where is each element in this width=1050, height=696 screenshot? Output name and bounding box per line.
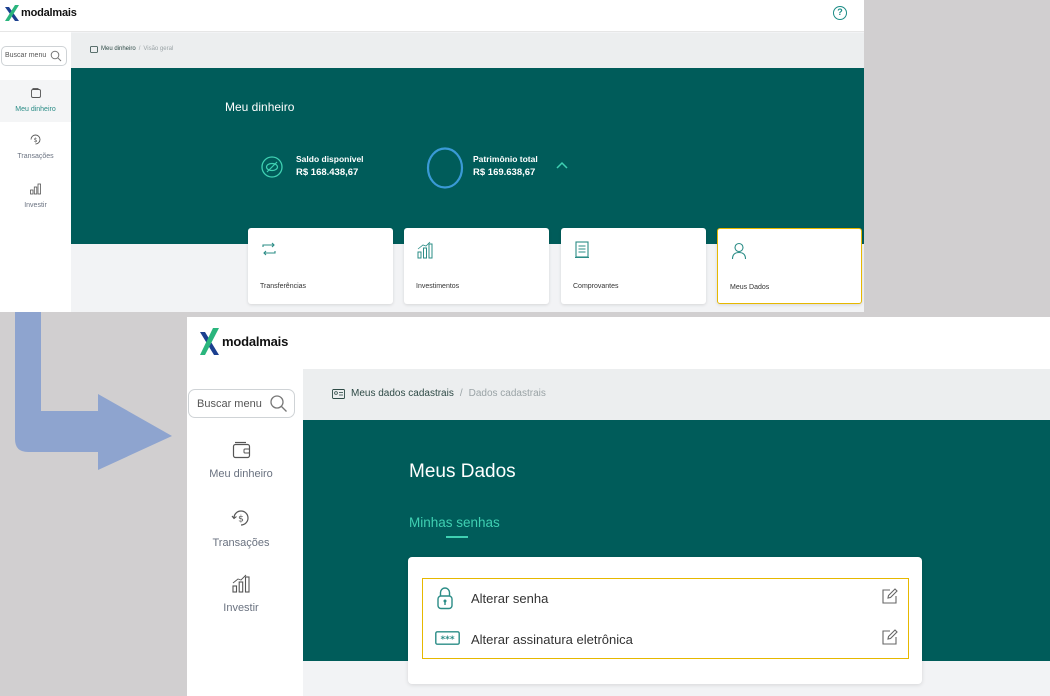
lock-icon (437, 587, 453, 610)
modalmais-logo-icon (5, 5, 19, 21)
sidebar: Buscar menu Meu dinheiro $ Transações In… (187, 369, 303, 696)
search-placeholder: Buscar menu (197, 398, 262, 410)
option-alterar-assinatura[interactable]: *** Alterar assinatura eletrônica (423, 620, 910, 660)
card-investimentos[interactable]: Investimentos (404, 228, 549, 304)
tab-minhas-senhas[interactable]: Minhas senhas (409, 515, 500, 530)
card-label: Meus Dados (730, 284, 770, 291)
sidebar-item-label: Meu dinheiro (15, 106, 56, 113)
sidebar-item-label: Transações (212, 537, 270, 549)
breadcrumb-section[interactable]: Meu dinheiro (101, 46, 136, 52)
breadcrumb-separator: / (138, 46, 141, 52)
edit-icon[interactable] (881, 588, 898, 605)
id-card-icon (332, 388, 345, 399)
card-label: Comprovantes (573, 283, 619, 290)
help-icon[interactable]: ? (833, 6, 847, 20)
transactions-icon: $ (231, 510, 249, 526)
patrimonio-ring-icon (426, 147, 464, 189)
sidebar-item-meu-dinheiro[interactable]: Meu dinheiro (187, 441, 295, 480)
wallet-icon (90, 46, 98, 53)
chart-icon (232, 574, 250, 593)
edit-icon[interactable] (881, 629, 898, 646)
svg-text:$: $ (34, 137, 38, 144)
page-title: Meu dinheiro (225, 100, 295, 114)
eye-slash-icon[interactable] (261, 156, 283, 178)
search-icon (270, 395, 287, 412)
top-bar: modalmais (187, 317, 1050, 369)
sidebar-item-label: Investir (24, 202, 47, 209)
sidebar-item-transacoes[interactable]: $ Transações (0, 133, 71, 163)
sidebar-item-label: Transações (17, 153, 54, 160)
meus-dados-screen: modalmais Buscar menu Meu dinheiro $ Tra… (187, 317, 1050, 696)
svg-text:$: $ (238, 515, 244, 525)
search-placeholder: Buscar menu (5, 52, 47, 59)
wallet-icon (30, 88, 41, 98)
flow-arrow (15, 312, 172, 470)
transfer-icon (262, 242, 276, 256)
sidebar-item-label: Meu dinheiro (209, 468, 273, 480)
saldo-disponivel: Saldo disponível R$ 168.438,67 (296, 154, 364, 178)
breadcrumb: Meus dados cadastrais / Dados cadastrais (303, 369, 1050, 420)
chart-icon (30, 183, 41, 195)
option-label: Alterar assinatura eletrônica (471, 632, 633, 647)
investments-icon (417, 241, 433, 259)
sidebar-item-investir[interactable]: Investir (0, 182, 71, 212)
sidebar-item-transacoes[interactable]: $ Transações (187, 508, 295, 549)
wallet-icon (232, 441, 250, 459)
user-icon (731, 242, 747, 260)
search-input[interactable]: Buscar menu (188, 389, 295, 418)
logo-text: modalmais (21, 7, 77, 19)
sidebar: Buscar menu Meu dinheiro $ Transações In… (0, 32, 71, 312)
card-comprovantes[interactable]: Comprovantes (561, 228, 706, 304)
breadcrumb-current: Visão geral (143, 46, 174, 52)
card-label: Investimentos (416, 283, 460, 290)
page-title: Meus Dados (409, 461, 516, 482)
option-label: Alterar senha (471, 591, 549, 606)
options-highlight: Alterar senha *** Alterar assinatura ele… (422, 578, 909, 659)
logo-text: modalmais (222, 334, 289, 349)
breadcrumb-section[interactable]: Meus dados cadastrais (351, 388, 454, 399)
search-input[interactable]: Buscar menu (1, 46, 67, 66)
password-dots-icon: *** (435, 631, 460, 645)
patrimonio-value: R$ 169.638,67 (473, 167, 536, 178)
hero-banner: Meu dinheiro Saldo disponível R$ 168.438… (71, 68, 864, 244)
breadcrumb-separator: / (459, 388, 463, 399)
modalmais-logo[interactable]: modalmais (200, 328, 288, 355)
receipt-icon (575, 241, 589, 258)
sidebar-item-investir[interactable]: Investir (187, 574, 295, 614)
modalmais-logo[interactable]: modalmais (5, 5, 77, 21)
patrimonio-label: Patrimônio total (473, 154, 538, 164)
tab-underline (446, 536, 468, 538)
search-icon (50, 50, 62, 62)
card-label: Transferências (260, 283, 307, 290)
chevron-up-icon[interactable] (556, 161, 568, 169)
card-meus-dados[interactable]: Meus Dados (717, 228, 862, 304)
passwords-panel: Alterar senha *** Alterar assinatura ele… (408, 557, 922, 684)
meu-dinheiro-screen: modalmais ? Buscar menu Meu dinheiro $ T… (0, 0, 864, 312)
breadcrumb-current: Dados cadastrais (468, 388, 546, 399)
breadcrumb: Meu dinheiro / Visão geral (71, 33, 864, 68)
top-bar: modalmais ? (0, 0, 864, 32)
svg-text:***: *** (440, 635, 454, 645)
saldo-label: Saldo disponível (296, 154, 364, 164)
card-transferencias[interactable]: Transferências (248, 228, 393, 304)
option-alterar-senha[interactable]: Alterar senha (423, 579, 910, 619)
transactions-icon: $ (30, 134, 41, 145)
modalmais-logo-icon (200, 328, 219, 355)
sidebar-item-meu-dinheiro[interactable]: Meu dinheiro (0, 80, 71, 122)
saldo-value: R$ 168.438,67 (296, 167, 359, 178)
patrimonio-total: Patrimônio total R$ 169.638,67 (473, 154, 538, 178)
sidebar-item-label: Investir (223, 602, 259, 614)
